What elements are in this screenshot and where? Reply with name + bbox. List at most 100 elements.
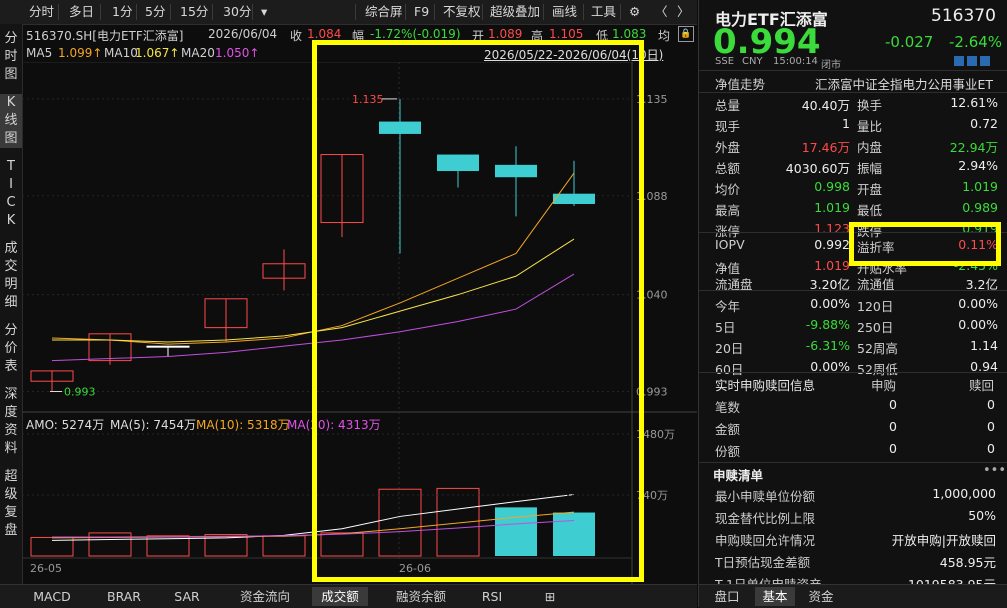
- date-label: 2026/06/04: [208, 27, 278, 41]
- toolbar-btn-10[interactable]: 超级叠加: [487, 3, 543, 21]
- nav-char: C: [6, 195, 16, 210]
- quote-value: 0.00%: [810, 296, 850, 311]
- nav-item-4[interactable]: 分价表: [0, 322, 22, 376]
- volume-bar-4: [262, 535, 306, 557]
- toolbar-btn-7[interactable]: 综合屏: [362, 3, 406, 21]
- nav-char: 表: [4, 359, 18, 374]
- quote-row-3: 外盘 17.46万 内盘 22.94万: [699, 135, 1007, 156]
- quote-value: 1.14: [970, 338, 998, 353]
- nav-char: 级: [4, 487, 18, 502]
- toolbar-btn-12[interactable]: 工具: [588, 3, 619, 21]
- right-panel-tabs: 盘口 基本 资金: [699, 584, 1007, 608]
- sublist-value: 开放申购|开放赎回: [891, 533, 996, 548]
- quote-row-11: 今年 0.00% 120日 0.00%: [699, 294, 1007, 315]
- indicator-tab-3[interactable]: 资金流向: [226, 587, 304, 606]
- open-value: 1.089: [488, 27, 523, 41]
- quote-value: 1.019: [814, 200, 850, 215]
- ma20-label: MA20: [181, 46, 215, 60]
- sublist-value: 1,000,000: [932, 486, 996, 501]
- nav-char: 分: [4, 31, 18, 46]
- toolbar-btn-6[interactable]: ▾: [258, 3, 270, 21]
- toolbar-btn-0[interactable]: 分时: [26, 3, 57, 21]
- low-value: 1.083: [612, 27, 647, 41]
- amo-ma5-legend: MA(5): 7454万: [110, 418, 196, 432]
- toolbar-btn-15[interactable]: 〉: [674, 3, 693, 21]
- quote-value: 2.94%: [958, 158, 998, 173]
- right-tab-0[interactable]: 盘口: [709, 587, 745, 606]
- nav-char: K: [6, 213, 16, 228]
- close-value: 1.084: [307, 27, 342, 41]
- nav-char: 图: [4, 131, 18, 146]
- nav-item-2[interactable]: TICK: [0, 158, 22, 230]
- edit-icon[interactable]: [954, 56, 964, 66]
- nav-item-6[interactable]: 超级复盘: [0, 468, 22, 540]
- quote-label: IOPV: [715, 237, 745, 252]
- toolbar-btn-5[interactable]: 30分: [220, 3, 254, 21]
- quote-value: 1: [842, 116, 850, 131]
- nav-char: 料: [4, 441, 18, 456]
- toolbar-btn-9[interactable]: 不复权: [440, 3, 484, 21]
- redeem-red-value: 0: [987, 441, 995, 456]
- quote-row-0: 净值走势 汇添富中证全指电力公用事业ET: [699, 72, 1007, 93]
- right-tab-2[interactable]: 资金: [803, 587, 839, 606]
- quote-value: 0.998: [814, 179, 850, 194]
- nav-char: 分: [4, 323, 18, 338]
- time-label: 15:00:14: [773, 56, 818, 67]
- nav-item-5[interactable]: 深度资料: [0, 386, 22, 458]
- price-change-pct: -2.64%: [949, 33, 1003, 51]
- nav-item-1[interactable]: K线图: [0, 94, 22, 148]
- quote-label: 5日: [715, 320, 736, 335]
- quote-row-2: 现手 1 量比 0.72: [699, 114, 1007, 135]
- volume-bar-1: [88, 532, 132, 557]
- quote-label: 总额: [715, 161, 741, 176]
- settings-icon[interactable]: [980, 56, 990, 66]
- quote-value: 4030.60万: [785, 161, 850, 176]
- toolbar-btn-1[interactable]: 多日: [66, 3, 97, 21]
- nav-char: 线: [4, 113, 18, 128]
- indicator-tab-1[interactable]: BRAR: [96, 587, 152, 606]
- quote-value: 17.46万: [801, 140, 850, 155]
- right-tab-1[interactable]: 基本: [755, 587, 795, 606]
- indicator-tab-2[interactable]: SAR: [160, 587, 214, 606]
- symbol-label: 516370.SH[电力ETF汇添富]: [26, 29, 184, 43]
- share-icon[interactable]: [967, 56, 977, 66]
- more-icon[interactable]: •••: [983, 463, 1006, 478]
- toolbar-btn-11[interactable]: 画线: [549, 3, 580, 21]
- ma10-value: 1.067↑: [135, 46, 180, 60]
- quote-row-12: 5日 -9.88% 250日 0.00%: [699, 315, 1007, 336]
- sublist-label: 现金替代比例上限: [715, 511, 816, 526]
- indicator-tab-0[interactable]: MACD: [24, 587, 80, 606]
- nav-char: T: [7, 159, 15, 174]
- quote-label: 总量: [715, 98, 741, 113]
- left-view-nav: 分时图K线图TICK成交明细分价表深度资料超级复盘: [0, 24, 23, 584]
- nav-char: 复: [4, 505, 18, 520]
- toolbar-btn-4[interactable]: 15分: [177, 3, 211, 21]
- indicator-tab-5[interactable]: 融资余额: [384, 587, 458, 606]
- indicator-tab-7[interactable]: ⊞: [540, 587, 560, 606]
- toolbar-btn-8[interactable]: F9: [411, 3, 432, 21]
- redeem-row-label: 笔数: [715, 400, 741, 415]
- sublist-label: T日预估现金差额: [715, 555, 811, 570]
- chart-toolbar: 分时 多日 1分 5分 15分 30分 ▾ 综合屏 F9 不复权 超级叠加 画线 工具 ⚙ 〈〉: [0, 0, 697, 25]
- indicator-tab-4[interactable]: 成交额: [312, 587, 368, 606]
- lock-icon[interactable]: 🔒: [678, 26, 694, 42]
- toolbar-btn-14[interactable]: 〈: [652, 3, 671, 21]
- toolbar-btn-13[interactable]: ⚙: [626, 3, 643, 21]
- toolbar-btn-2[interactable]: 1分: [109, 3, 135, 21]
- change-value: -1.72%(-0.019): [370, 27, 461, 41]
- quote-value: 1.019: [962, 179, 998, 194]
- quote-value: 22.94万: [949, 140, 998, 155]
- toolbar-btn-3[interactable]: 5分: [142, 3, 168, 21]
- high-value: 1.105: [549, 27, 584, 41]
- sublist-title: 申赎清单: [713, 468, 764, 483]
- redeem-col-red: 赎回: [969, 378, 995, 393]
- quote-label: 52周高: [857, 341, 898, 356]
- nav-item-0[interactable]: 分时图: [0, 30, 22, 84]
- indicator-tab-6[interactable]: RSI: [470, 587, 514, 606]
- quote-label: 120日: [857, 299, 894, 314]
- nav-char: I: [9, 177, 13, 192]
- nav-item-3[interactable]: 成交明细: [0, 240, 22, 312]
- quote-label: 250日: [857, 320, 894, 335]
- quote-label: 均价: [715, 182, 741, 197]
- nav-char: 图: [4, 67, 18, 82]
